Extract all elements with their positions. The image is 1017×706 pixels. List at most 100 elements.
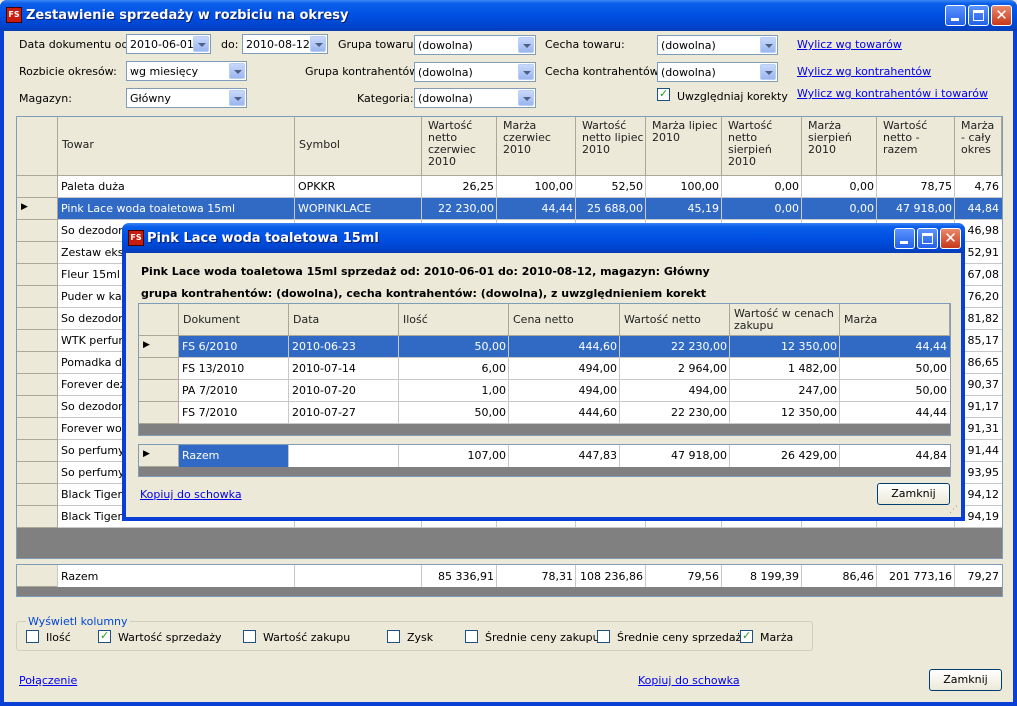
contractor-feature-select[interactable]: (dowolna): [657, 62, 778, 82]
calc-by-both-link[interactable]: Wylicz wg kontrahentów i towarów: [797, 87, 988, 100]
close-window-button[interactable]: ✕: [991, 5, 1012, 26]
row-header[interactable]: [17, 220, 58, 242]
column-header[interactable]: Data: [289, 304, 399, 336]
row-header[interactable]: [17, 176, 58, 198]
column-header[interactable]: Wartość netto czerwiec 2010: [422, 117, 497, 176]
column-header[interactable]: Wartość netto - razem: [877, 117, 955, 176]
breakdown-select[interactable]: wg miesięcy: [126, 61, 247, 81]
document-cell: PA 7/2010: [182, 384, 238, 397]
chevron-down-icon[interactable]: [760, 37, 776, 53]
maximize-button[interactable]: [968, 5, 989, 26]
dialog-title-bar[interactable]: FS Pink Lace woda toaletowa 15ml ✕: [122, 223, 965, 253]
column-header[interactable]: Symbol: [295, 117, 422, 176]
column-header[interactable]: Wartość w cenach zakupu: [730, 304, 840, 336]
dialog-close-button[interactable]: ✕: [940, 228, 961, 249]
column-checkbox[interactable]: [465, 630, 478, 643]
row-header[interactable]: [17, 264, 58, 286]
table-row[interactable]: PA 7/2010 2010-07-20 1,00 494,00 494,00 247,0…: [179, 380, 950, 402]
column-checkbox[interactable]: [597, 630, 610, 643]
row-header[interactable]: [17, 308, 58, 330]
table-row[interactable]: Paleta duża OPKKR 26,25 100,00 52,50 100,00 0,…: [58, 176, 1002, 198]
grid-line: [619, 358, 620, 379]
grid-line: [729, 445, 730, 467]
row-header[interactable]: ▶: [139, 336, 179, 358]
row-header[interactable]: [17, 484, 58, 506]
row-header[interactable]: [17, 418, 58, 440]
chevron-down-icon[interactable]: [229, 63, 245, 79]
chevron-down-icon[interactable]: [229, 90, 245, 106]
date-from-label: Data dokumentu od:: [19, 38, 133, 51]
column-checkbox[interactable]: [98, 629, 111, 643]
column-checkbox[interactable]: [26, 630, 39, 643]
column-header[interactable]: Wartość netto: [620, 304, 730, 336]
table-row[interactable]: Pink Lace woda toaletowa 15ml WOPINKLACE 2…: [58, 198, 1002, 220]
date-from-picker[interactable]: 2010-06-01: [126, 34, 211, 54]
chevron-down-icon[interactable]: [310, 36, 326, 52]
document-cell: 1,00: [481, 384, 507, 397]
row-header[interactable]: [17, 440, 58, 462]
document-cell: 494,00: [688, 384, 728, 397]
connection-link[interactable]: Połączenie: [19, 674, 77, 687]
column-header[interactable]: Marża lipiec 2010: [646, 117, 722, 176]
calc-by-contractors-link[interactable]: Wylicz wg kontrahentów: [797, 65, 931, 78]
column-header[interactable]: Cena netto: [509, 304, 620, 336]
column-header[interactable]: Marża czerwiec 2010: [497, 117, 576, 176]
resize-grip-icon[interactable]: ⋰: [949, 505, 959, 515]
table-row[interactable]: FS 7/2010 2010-07-27 50,00 444,60 22 230,00 1…: [179, 402, 950, 424]
row-header[interactable]: [17, 506, 58, 528]
row-header[interactable]: [17, 396, 58, 418]
row-header[interactable]: [17, 242, 58, 264]
copy-to-clipboard-link[interactable]: Kopiuj do schowka: [638, 674, 740, 687]
dialog-copy-link[interactable]: Kopiuj do schowka: [140, 488, 242, 501]
row-header[interactable]: ▶: [17, 198, 58, 220]
dialog-minimize-button[interactable]: [894, 228, 915, 249]
product-feature-select[interactable]: (dowolna): [657, 35, 778, 55]
document-cell: 12 350,00: [781, 406, 837, 419]
category-select[interactable]: (dowolna): [414, 88, 536, 108]
chevron-down-icon[interactable]: [193, 36, 209, 52]
column-checkbox[interactable]: [740, 629, 753, 643]
column-header[interactable]: Towar: [58, 117, 295, 176]
title-bar[interactable]: FS Zestawienie sprzedaży w rozbiciu na o…: [0, 0, 1017, 31]
column-header[interactable]: Dokument: [179, 304, 289, 336]
maximize-icon: [922, 233, 933, 244]
row-header[interactable]: [139, 380, 179, 402]
table-row[interactable]: FS 6/2010 2010-06-23 50,00 444,60 22 230,00 1…: [179, 336, 950, 358]
grid-line: [288, 402, 289, 423]
chevron-down-icon[interactable]: [760, 64, 776, 80]
row-header[interactable]: [17, 374, 58, 396]
minimize-button[interactable]: [945, 5, 966, 26]
corrections-checkbox[interactable]: [657, 87, 670, 101]
dialog-maximize-button[interactable]: [917, 228, 938, 249]
document-cell: 2 964,00: [678, 362, 727, 375]
row-header[interactable]: [17, 462, 58, 484]
column-header[interactable]: Wartość netto lipiec 2010: [576, 117, 646, 176]
chevron-down-icon[interactable]: [518, 90, 534, 106]
chevron-down-icon[interactable]: [518, 37, 534, 53]
documents-table[interactable]: Dokument Data Ilość Cena netto Wartość netto…: [138, 303, 951, 436]
total-value-cell: 79,56: [687, 570, 720, 583]
column-header[interactable]: Marża sierpień 2010: [802, 117, 877, 176]
column-header[interactable]: Ilość: [399, 304, 509, 336]
column-checkbox[interactable]: [387, 630, 400, 643]
row-header[interactable]: [17, 330, 58, 352]
grid-line: [288, 380, 289, 401]
row-header[interactable]: [139, 358, 179, 380]
value-cell: 22 230,00: [438, 202, 494, 215]
column-header[interactable]: Marża - cały okres: [955, 117, 1002, 176]
chevron-down-icon[interactable]: [518, 64, 534, 80]
contractor-group-select[interactable]: (dowolna): [414, 62, 536, 82]
column-checkbox[interactable]: [243, 630, 256, 643]
row-header[interactable]: [139, 402, 179, 424]
product-group-select[interactable]: (dowolna): [414, 35, 536, 55]
warehouse-select[interactable]: Główny: [126, 88, 247, 108]
table-row[interactable]: FS 13/2010 2010-07-14 6,00 494,00 2 964,00 1 …: [179, 358, 950, 380]
row-header[interactable]: [17, 286, 58, 308]
row-header[interactable]: [17, 352, 58, 374]
dialog-close-button-bottom[interactable]: Zamknij: [877, 483, 950, 505]
calc-by-products-link[interactable]: Wylicz wg towarów: [797, 38, 902, 51]
column-header[interactable]: Wartość netto sierpień 2010: [722, 117, 802, 176]
column-header[interactable]: Marża: [840, 304, 950, 336]
date-to-picker[interactable]: 2010-08-12: [242, 34, 328, 54]
close-button[interactable]: Zamknij: [929, 669, 1002, 691]
